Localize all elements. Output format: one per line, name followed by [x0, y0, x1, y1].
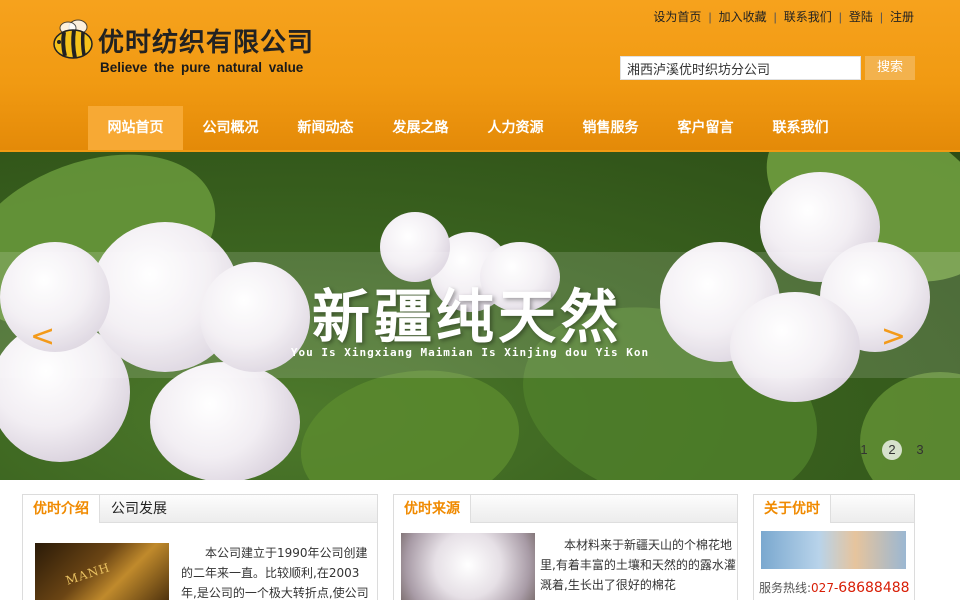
tab-about[interactable]: 关于优时	[754, 495, 831, 523]
divider: |	[879, 10, 883, 24]
cotton-boll	[150, 362, 300, 480]
divider: |	[773, 10, 777, 24]
banner-title: 新疆纯天然	[311, 283, 622, 351]
nav-item-home[interactable]: 网站首页	[88, 106, 183, 150]
set-homepage-link[interactable]: 设为首页	[653, 10, 701, 24]
intro-panel-header: 优时介绍 公司发展	[23, 495, 377, 523]
source-text: 本材料来于新疆天山的个棉花地里,有着丰富的土壤和天然的的露水灌溉着,生长出了很好…	[540, 538, 736, 592]
hero-banner[interactable]: 新疆纯天然 You Is Xingxiang Maimian Is Xinjin…	[0, 150, 960, 480]
nav-item-contact[interactable]: 联系我们	[753, 106, 848, 150]
nav-item-hr[interactable]: 人力资源	[468, 106, 563, 150]
add-favorite-link[interactable]: 加入收藏	[719, 10, 767, 24]
search-input[interactable]	[620, 56, 861, 80]
company-name: 优时纺织有限公司	[98, 28, 315, 58]
banner-subtitle: You Is Xingxiang Maimian Is Xinjing dou …	[290, 346, 650, 359]
register-link[interactable]: 注册	[890, 10, 914, 24]
slide-dot-3[interactable]: 3	[910, 440, 930, 460]
nav-item-guestbook[interactable]: 客户留言	[658, 106, 753, 150]
site-header: 优时纺织有限公司 Believe the pure natural value …	[0, 0, 960, 150]
source-panel-header: 优时来源	[394, 495, 737, 523]
hotline-area-code: 027-	[811, 581, 839, 595]
slide-dot-2[interactable]: 2	[882, 440, 902, 460]
contact-link[interactable]: 联系我们	[784, 10, 832, 24]
source-panel: 优时来源 本材料来于新疆天山的个棉花地里,有着丰富的土壤和天然的的露水灌溉着,生…	[393, 494, 738, 600]
hotline-label: 服务热线:	[759, 581, 812, 595]
nav-item-sales[interactable]: 销售服务	[563, 106, 658, 150]
about-panel: 关于优时 服务热线:027-68688488	[753, 494, 915, 600]
customer-service-image[interactable]	[761, 531, 906, 569]
cotton-image[interactable]	[401, 533, 535, 600]
intro-panel: 优时介绍 公司发展 MANH 本公司建立于1990年公司创建的二年来一直。比较顺…	[22, 494, 378, 600]
slide-pager: 1 2 3	[854, 440, 930, 460]
next-arrow-icon[interactable]: >	[881, 322, 906, 352]
bee-logo-icon	[53, 19, 93, 59]
divider: |	[838, 10, 842, 24]
nav-item-overview[interactable]: 公司概况	[183, 106, 278, 150]
tab-source[interactable]: 优时来源	[394, 495, 471, 523]
nav-item-development[interactable]: 发展之路	[373, 106, 468, 150]
logo[interactable]: 优时纺织有限公司 Believe the pure natural value	[50, 14, 340, 84]
login-link[interactable]: 登陆	[849, 10, 873, 24]
tab-development[interactable]: 公司发展	[101, 495, 177, 523]
service-hotline: 服务热线:027-68688488	[759, 579, 910, 596]
prev-arrow-icon[interactable]: <	[30, 322, 55, 352]
about-panel-header: 关于优时	[754, 495, 914, 523]
banner-leaf	[860, 372, 960, 480]
search-bar: 搜索	[620, 56, 915, 80]
slide-dot-1[interactable]: 1	[854, 440, 874, 460]
top-links: 设为首页 | 加入收藏 | 联系我们 | 登陆 | 注册	[653, 8, 914, 25]
intro-image-caption: MANH	[63, 560, 112, 588]
hotline-number: 68688488	[838, 580, 910, 596]
search-button[interactable]: 搜索	[865, 56, 915, 80]
tab-intro[interactable]: 优时介绍	[23, 495, 100, 523]
divider: |	[708, 10, 712, 24]
nav-item-news[interactable]: 新闻动态	[278, 106, 373, 150]
intro-image[interactable]: MANH	[35, 543, 169, 600]
intro-text: 本公司建立于1990年公司创建的二年来一直。比较顺利,在2003年,是公司的一个…	[181, 546, 369, 600]
company-slogan: Believe the pure natural value	[100, 60, 304, 75]
main-nav: 网站首页 公司概况 新闻动态 发展之路 人力资源 销售服务 客户留言 联系我们	[88, 106, 848, 150]
